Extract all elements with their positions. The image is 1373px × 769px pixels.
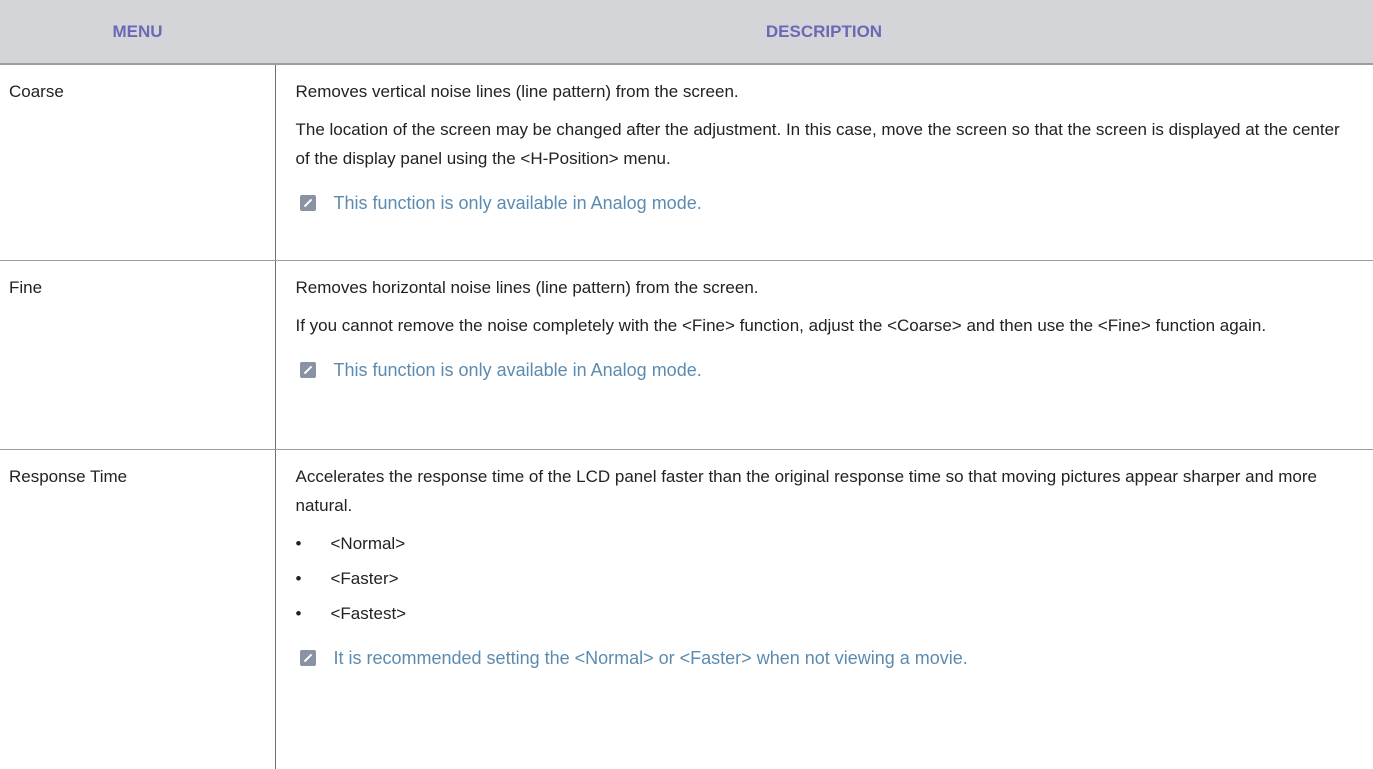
option-list: • <Normal> • <Faster> • <Fastest> [296,529,1354,628]
menu-description-table: MENU DESCRIPTION Coarse Removes vertical… [0,0,1373,769]
menu-item-name: Response Time [0,450,275,769]
description-text: The location of the screen may be change… [296,115,1354,173]
list-item: • <Normal> [296,529,1354,558]
note: This function is only available in Analo… [296,356,1354,384]
menu-item-name: Coarse [0,64,275,261]
bullet: • [296,529,331,558]
table-row: Response Time Accelerates the response t… [0,450,1373,769]
description-text: Removes horizontal noise lines (line pat… [296,273,1354,302]
description-column-header: DESCRIPTION [275,0,1373,64]
description-cell: Removes horizontal noise lines (line pat… [275,261,1373,450]
note-pencil-icon [300,650,316,666]
description-text: If you cannot remove the noise completel… [296,311,1354,340]
option-label: <Fastest> [331,599,407,628]
note-pencil-icon [300,362,316,378]
description-text: Accelerates the response time of the LCD… [296,462,1354,520]
note-text: This function is only available in Analo… [334,356,702,384]
description-text: Removes vertical noise lines (line patte… [296,77,1354,106]
list-item: • <Faster> [296,564,1354,593]
list-item: • <Fastest> [296,599,1354,628]
menu-column-header: MENU [0,0,275,64]
table-header-row: MENU DESCRIPTION [0,0,1373,64]
description-cell: Removes vertical noise lines (line patte… [275,64,1373,261]
note-pencil-icon [300,195,316,211]
note-text: This function is only available in Analo… [334,189,702,217]
table-row: Fine Removes horizontal noise lines (lin… [0,261,1373,450]
bullet: • [296,599,331,628]
bullet: • [296,564,331,593]
table-row: Coarse Removes vertical noise lines (lin… [0,64,1373,261]
menu-item-name: Fine [0,261,275,450]
note: It is recommended setting the <Normal> o… [296,644,1354,672]
note-text: It is recommended setting the <Normal> o… [334,644,968,672]
option-label: <Faster> [331,564,399,593]
note: This function is only available in Analo… [296,189,1354,217]
option-label: <Normal> [331,529,406,558]
description-cell: Accelerates the response time of the LCD… [275,450,1373,769]
